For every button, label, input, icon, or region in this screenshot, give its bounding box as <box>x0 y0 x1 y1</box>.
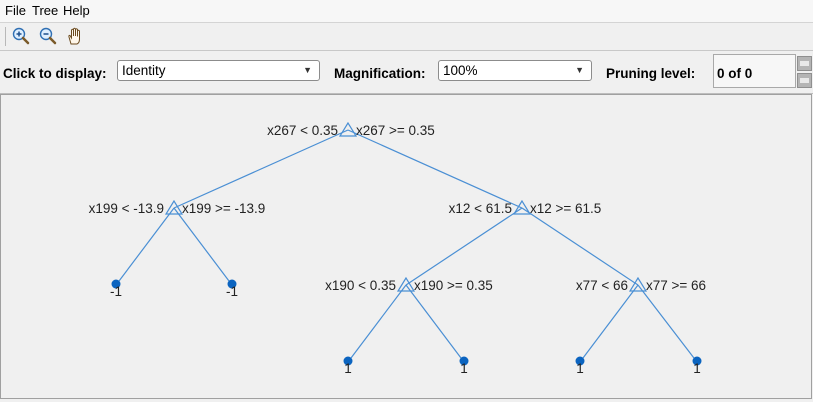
menu-tree[interactable]: Tree <box>32 3 58 18</box>
toolbar-separator <box>5 27 6 46</box>
split-right-label: x77 >= 66 <box>646 278 706 293</box>
tree-edge <box>347 284 407 363</box>
leaf-label: 1 <box>576 361 584 376</box>
split-right-label: x12 >= 61.5 <box>530 201 601 216</box>
pan-hand-icon[interactable] <box>65 26 85 46</box>
tree-edge <box>637 284 698 363</box>
magnification-label: Magnification: <box>334 66 426 81</box>
tree-edge <box>405 207 523 286</box>
tree-canvas[interactable]: x267 < 0.35 x267 >= 0.35 x199 < -13.9 x199 … <box>0 94 813 400</box>
tree-edge <box>521 207 639 286</box>
pruning-increase-button[interactable] <box>797 56 812 71</box>
split-right-label: x199 >= -13.9 <box>182 201 265 216</box>
split-left-label: x267 < 0.35 <box>267 123 338 138</box>
controls-panel: Click to display: Identity ▼ Magnificati… <box>0 51 813 94</box>
pruning-level-value: 0 of 0 <box>717 66 753 81</box>
split-left-label: x199 < -13.9 <box>89 201 164 216</box>
split-left-label: x77 < 66 <box>576 278 628 293</box>
split-node-marker[interactable] <box>338 121 358 137</box>
magnification-select[interactable]: 100% ▼ <box>438 60 592 81</box>
leaf-label: 1 <box>344 361 352 376</box>
tree-edge <box>115 207 175 286</box>
leaf-label: -1 <box>226 284 238 299</box>
tree-diagram: x267 < 0.35 x267 >= 0.35 x199 < -13.9 x199 … <box>89 121 706 376</box>
display-select-value: Identity <box>122 63 166 78</box>
tree-edge <box>173 129 349 209</box>
leaf-label: 1 <box>460 361 468 376</box>
split-left-label: x190 < 0.35 <box>325 278 396 293</box>
tree-edge <box>579 284 639 363</box>
pruning-decrease-button[interactable] <box>797 73 812 88</box>
tree-edge <box>173 207 233 286</box>
pruning-label: Pruning level: <box>606 66 696 81</box>
tree-edge <box>405 284 465 363</box>
split-left-label: x12 < 61.5 <box>449 201 512 216</box>
pruning-level-field[interactable]: 0 of 0 <box>713 54 796 88</box>
magnification-select-value: 100% <box>443 63 478 78</box>
leaf-label: 1 <box>693 361 701 376</box>
zoom-in-icon[interactable] <box>11 26 31 46</box>
split-right-label: x267 >= 0.35 <box>356 123 435 138</box>
display-select[interactable]: Identity ▼ <box>117 60 320 81</box>
tree-edge <box>347 129 523 209</box>
leaf-label: -1 <box>110 284 122 299</box>
split-right-label: x190 >= 0.35 <box>414 278 493 293</box>
chevron-down-icon: ▼ <box>575 65 584 75</box>
zoom-out-icon[interactable] <box>38 26 58 46</box>
display-label: Click to display: <box>3 66 107 81</box>
toolbar <box>0 23 813 51</box>
menu-bar: File Tree Help <box>0 0 813 23</box>
menu-help[interactable]: Help <box>63 3 90 18</box>
menu-file[interactable]: File <box>5 3 26 18</box>
chevron-down-icon: ▼ <box>303 65 312 75</box>
